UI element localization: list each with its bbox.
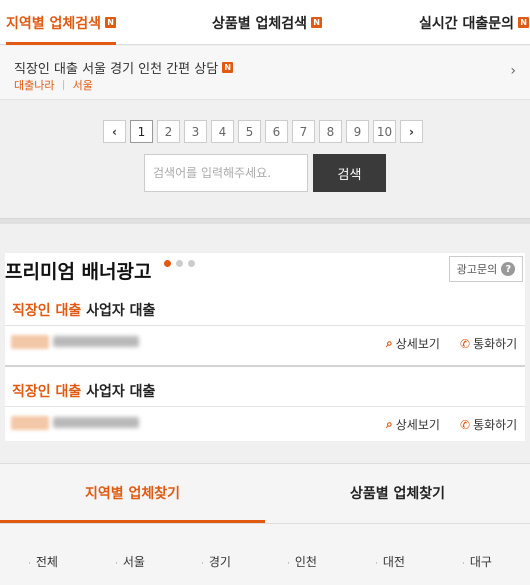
page-button[interactable]: 2 — [157, 120, 180, 143]
ad-heading: 직장인 대출 사업자 대출 — [12, 300, 155, 320]
company-logo — [11, 335, 49, 349]
phone-icon: ✆ — [460, 417, 471, 432]
listing-meta: 대출나라 ㅣ 서울 — [14, 77, 93, 93]
question-icon: ? — [501, 262, 516, 276]
premium-title: 프리미엄 배너광고 — [5, 261, 152, 283]
region-label: 경기 — [208, 555, 231, 569]
carousel-dot[interactable] — [188, 260, 195, 267]
region-label: 서울 — [122, 555, 145, 569]
phone-icon: ✆ — [460, 336, 471, 351]
company-name-blurred — [53, 336, 139, 347]
page-button[interactable]: 1 — [130, 120, 153, 143]
new-badge: N — [105, 17, 117, 28]
listing-title-row: 직장인 대출 서울 경기 인천 간편 상담 N — [14, 58, 234, 77]
tab-product-search[interactable]: 상품별 업체검색 N — [212, 0, 323, 45]
company-logo — [11, 416, 49, 430]
page-button[interactable]: 7 — [292, 120, 315, 143]
tab-realtime-inquiry[interactable]: 실시간 대출문의 N — [419, 0, 530, 45]
region-label: 전체 — [35, 555, 58, 569]
tab-label: 실시간 대출문의 — [419, 15, 515, 32]
ad-heading-highlight: 직장인 대출 — [12, 384, 82, 400]
detail-link[interactable]: ⌕ 상세보기 — [386, 416, 440, 433]
region-label: 대전 — [382, 555, 405, 569]
call-link[interactable]: ✆ 통화하기 — [460, 335, 517, 352]
tab-find-by-region[interactable]: 지역별 업체찾기 — [0, 464, 265, 523]
new-badge: N — [222, 62, 234, 73]
ad-heading-rest: 사업자 대출 — [81, 303, 156, 319]
region-item[interactable]: · 대전 — [375, 553, 405, 570]
company-name-blurred — [53, 417, 139, 428]
call-label: 통화하기 — [473, 337, 518, 351]
bullet-icon: · — [201, 559, 204, 569]
bullet-icon: · — [28, 559, 31, 569]
bullet-icon: · — [115, 559, 118, 569]
carousel-dot[interactable] — [164, 260, 171, 267]
next-page-button[interactable]: › — [400, 120, 423, 143]
ad-separator — [5, 365, 525, 367]
new-badge: N — [518, 17, 530, 28]
magnifier-icon: ⌕ — [386, 417, 393, 431]
chevron-right-icon: › — [510, 63, 516, 79]
meta-separator: ㅣ — [58, 79, 69, 92]
magnifier-icon: ⌕ — [386, 336, 393, 350]
ad-inquiry-button[interactable]: 광고문의 ? — [449, 256, 523, 282]
carousel-dots — [164, 260, 195, 267]
region-label: 인천 — [294, 555, 317, 569]
region-item[interactable]: · 경기 — [201, 553, 231, 570]
search-input[interactable] — [144, 154, 308, 192]
tab-label: 지역별 업체검색 — [6, 15, 102, 32]
listing-item[interactable]: 직장인 대출 서울 경기 인천 간편 상담 N 대출나라 ㅣ 서울 › — [0, 46, 530, 100]
page-button[interactable]: 3 — [184, 120, 207, 143]
page-button[interactable]: 9 — [346, 120, 369, 143]
tab-label: 상품별 업체검색 — [212, 15, 308, 32]
page-button[interactable]: 8 — [319, 120, 342, 143]
ad-heading: 직장인 대출 사업자 대출 — [12, 381, 155, 401]
page-button[interactable]: 6 — [265, 120, 288, 143]
detail-link[interactable]: ⌕ 상세보기 — [386, 335, 440, 352]
tab-find-by-product[interactable]: 상품별 업체찾기 — [265, 464, 530, 522]
bullet-icon: · — [287, 559, 290, 569]
bullet-icon: · — [462, 559, 465, 569]
region-list: · 전체 · 서울 · 경기 · 인천 · 대전 · 대구 — [0, 523, 530, 585]
new-badge: N — [311, 17, 323, 28]
ad-inquiry-label: 광고문의 — [456, 263, 498, 276]
listing-title: 직장인 대출 서울 경기 인천 간편 상담 — [14, 62, 219, 77]
region-label: 대구 — [469, 555, 492, 569]
detail-label: 상세보기 — [395, 337, 440, 351]
bullet-icon: · — [375, 559, 378, 569]
prev-page-button[interactable]: ‹ — [103, 120, 126, 143]
section-divider — [0, 218, 530, 224]
listing-company: 대출나라 — [14, 79, 55, 92]
page-button[interactable]: 4 — [211, 120, 234, 143]
region-item[interactable]: · 대구 — [462, 553, 492, 570]
listing-region: 서울 — [72, 79, 93, 92]
ad-heading-rest: 사업자 대출 — [81, 384, 156, 400]
region-item[interactable]: · 인천 — [287, 553, 317, 570]
bottom-tab-bar: 지역별 업체찾기 상품별 업체찾기 — [0, 463, 530, 523]
ad-row[interactable]: ⌕ 상세보기 ✆ 통화하기 — [5, 325, 525, 357]
top-tab-bar: 지역별 업체검색 N 상품별 업체검색 N 실시간 대출문의 N — [0, 0, 530, 45]
call-label: 통화하기 — [473, 418, 518, 432]
page-button[interactable]: 5 — [238, 120, 261, 143]
detail-label: 상세보기 — [395, 418, 440, 432]
page-button[interactable]: 10 — [373, 120, 396, 143]
ad-heading-highlight: 직장인 대출 — [12, 303, 82, 319]
region-item[interactable]: · 전체 — [28, 553, 58, 570]
pagination: ‹ 1 2 3 4 5 6 7 8 9 10 › — [103, 120, 423, 143]
premium-banner: 프리미엄 배너광고 광고문의 ? 직장인 대출 사업자 대출 ⌕ 상세보기 ✆ … — [5, 253, 525, 441]
region-item[interactable]: · 서울 — [115, 553, 145, 570]
ad-row[interactable]: ⌕ 상세보기 ✆ 통화하기 — [5, 406, 525, 438]
carousel-dot[interactable] — [176, 260, 183, 267]
call-link[interactable]: ✆ 통화하기 — [460, 416, 517, 433]
search-button[interactable]: 검색 — [313, 154, 386, 192]
tab-region-search[interactable]: 지역별 업체검색 N — [6, 0, 117, 45]
